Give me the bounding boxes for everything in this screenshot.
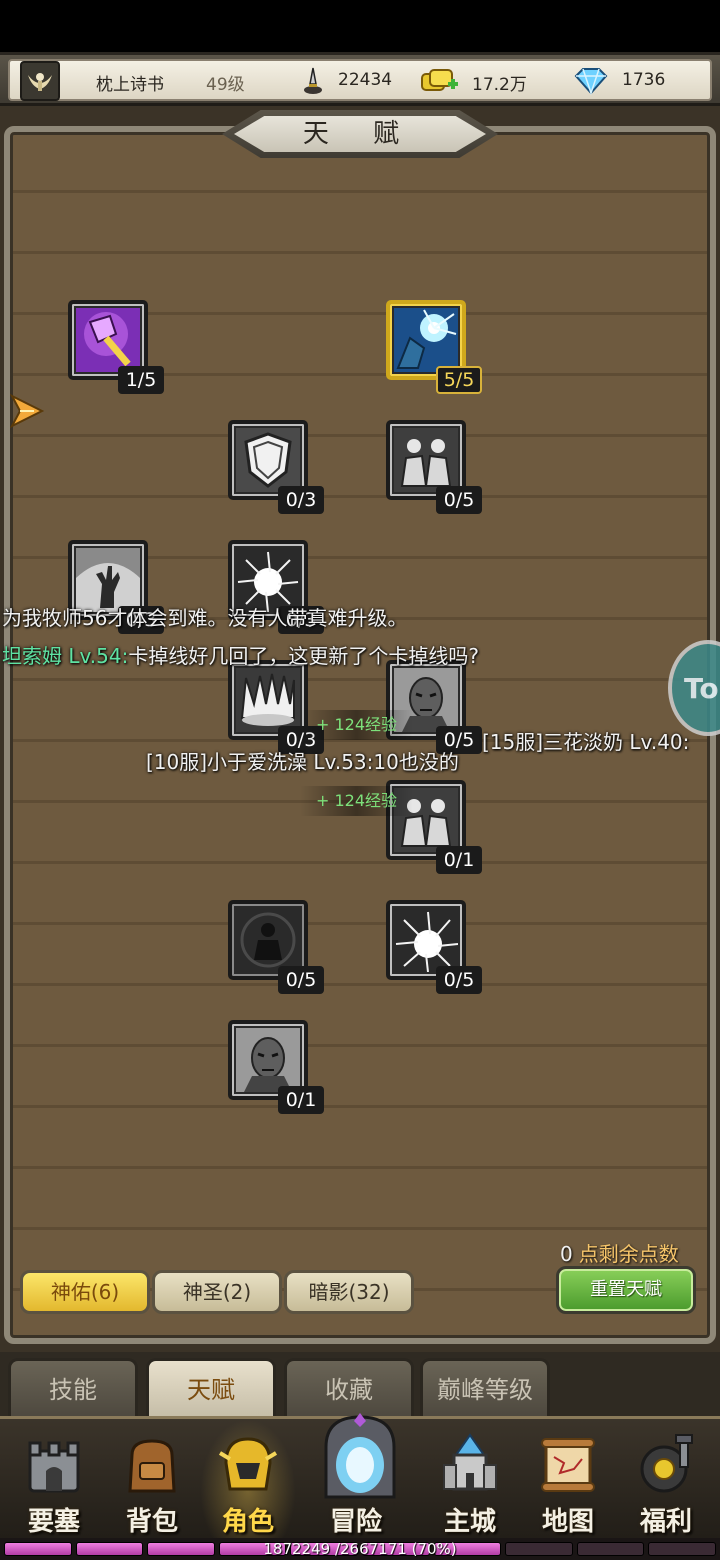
backpack-icon <box>128 1439 176 1493</box>
side-arrow-icon[interactable] <box>10 394 46 428</box>
holy-hammer-icon <box>76 308 140 372</box>
player-name: 枕上诗书 <box>96 75 164 95</box>
crown-spikes-icon <box>236 668 300 732</box>
portal-icon <box>324 1413 396 1499</box>
nav-character[interactable]: 角色 <box>200 1419 296 1539</box>
gift-icon <box>640 1434 693 1493</box>
frost-hand-icon <box>394 308 458 372</box>
talent-panel: 天 赋 To 1/5 5/5 0/3 0/5 0/3 0/3 0/3 0/5 0… <box>0 106 720 1352</box>
nav-label: 地图 <box>541 1507 594 1537</box>
nav-adventure[interactable]: 冒险 <box>308 1413 412 1539</box>
talent-hammer[interactable]: 1/5 <box>68 300 164 394</box>
exp-gain-float: + 124经验 <box>300 710 414 740</box>
sub-tabs: 技能 天赋 收藏 巅峰等级 <box>0 1352 720 1416</box>
nav-label: 冒险 <box>329 1507 382 1537</box>
tab-talents[interactable]: 天赋 <box>146 1358 276 1416</box>
helmet-icon <box>218 1437 278 1491</box>
nav-label: 要塞 <box>27 1507 80 1537</box>
resource-bar-inner: 枕上诗书 49级 22434 17.2万 1736 <box>8 59 712 101</box>
shadow-figure-icon <box>236 908 300 972</box>
exp-gain-float: + 124经验 <box>300 786 414 816</box>
gold-value: 17.2万 <box>472 75 527 95</box>
scroll-map-icon <box>541 1438 595 1492</box>
chat-line: [15服]三花淡奶 Lv.40: <box>482 730 690 754</box>
currency-a-value: 22434 <box>338 70 393 90</box>
chat-message: 卡掉线好几回了，这更新了个卡掉线吗? <box>128 644 479 668</box>
nav-fortress[interactable]: 要塞 <box>6 1419 102 1539</box>
chat-line: 为我牧师56才体会到难。没有人带真难升级。 <box>2 606 408 630</box>
bottom-nav: 要塞 背包 角色 冒险 主城 地图 福利 <box>0 1413 720 1539</box>
talent-count: 0/5 <box>436 486 482 514</box>
diamond-icon[interactable] <box>572 66 610 96</box>
talent-count: 5/5 <box>436 366 482 394</box>
chat-player-name: 坦索姆 Lv.54: <box>2 644 129 668</box>
panel-title: 天 赋 <box>234 116 486 152</box>
nav-welfare[interactable]: 福利 <box>618 1419 714 1539</box>
nav-label: 主城 <box>443 1507 496 1537</box>
status-bar <box>0 0 720 52</box>
fortress-icon <box>28 1441 80 1493</box>
exp-bar: 1872249 /2667171 (70%) <box>0 1538 720 1560</box>
nav-map[interactable]: 地图 <box>520 1419 616 1539</box>
talent-count: 1/5 <box>118 366 164 394</box>
grim-face-icon <box>236 1028 300 1092</box>
remaining-points-label: 点剩余点数 <box>578 1242 679 1266</box>
talent-ice-burst[interactable]: 5/5 <box>386 300 482 394</box>
avatar[interactable] <box>20 61 60 101</box>
sword-coin-icon <box>304 67 322 94</box>
reset-talents-button[interactable]: 重置天赋 <box>556 1266 696 1314</box>
talent-guardians[interactable]: 0/5 <box>386 420 482 514</box>
nav-label: 福利 <box>639 1507 692 1537</box>
talent-count: 0/3 <box>278 486 324 514</box>
angel-wings-icon <box>28 73 52 91</box>
twin-guardians-icon <box>394 428 458 492</box>
branch-tab-blessing[interactable]: 神佑(6) <box>20 1270 150 1314</box>
light-burst-icon <box>394 908 458 972</box>
player-level: 49级 <box>206 75 245 95</box>
castle-icon <box>443 1433 497 1491</box>
nav-label: 背包 <box>125 1507 178 1537</box>
chat-line: 坦索姆 Lv.54:卡掉线好几回了，这更新了个卡掉线吗? <box>2 640 479 669</box>
chat-line: [10服]小于爱洗澡 Lv.53:10也没的 <box>146 750 459 774</box>
tab-collection[interactable]: 收藏 <box>284 1358 414 1416</box>
talent-shadow-figure[interactable]: 0/5 <box>228 900 324 994</box>
talent-crown-spikes[interactable]: 0/3 <box>228 660 324 754</box>
side-float-label: To <box>684 672 719 705</box>
talent-count: 0/1 <box>436 846 482 874</box>
remaining-points: 0 点剩余点数 <box>560 1238 679 1267</box>
talent-shield[interactable]: 0/3 <box>228 420 324 514</box>
diamond-value: 1736 <box>622 70 666 90</box>
tab-peak-level[interactable]: 巅峰等级 <box>420 1358 550 1416</box>
nav-label: 角色 <box>221 1507 274 1537</box>
nav-backpack[interactable]: 背包 <box>104 1419 200 1539</box>
talent-count: 0/1 <box>278 1086 324 1114</box>
talent-grim-face-2[interactable]: 0/1 <box>228 1020 324 1114</box>
gold-bars-icon[interactable] <box>420 66 460 96</box>
talent-light-burst-2[interactable]: 0/5 <box>386 900 482 994</box>
tab-skills[interactable]: 技能 <box>8 1358 138 1416</box>
branch-tab-shadow[interactable]: 暗影(32) <box>284 1270 414 1314</box>
remaining-points-value: 0 <box>560 1242 573 1266</box>
talent-count: 0/5 <box>278 966 324 994</box>
talent-count: 0/5 <box>436 966 482 994</box>
resource-bar: 枕上诗书 49级 22434 17.2万 1736 <box>0 52 720 106</box>
branch-tab-holy[interactable]: 神圣(2) <box>152 1270 282 1314</box>
nav-main-city[interactable]: 主城 <box>422 1419 518 1539</box>
exp-text: 1872249 /2667171 (70%) <box>263 1540 457 1558</box>
shield-icon <box>236 428 300 492</box>
